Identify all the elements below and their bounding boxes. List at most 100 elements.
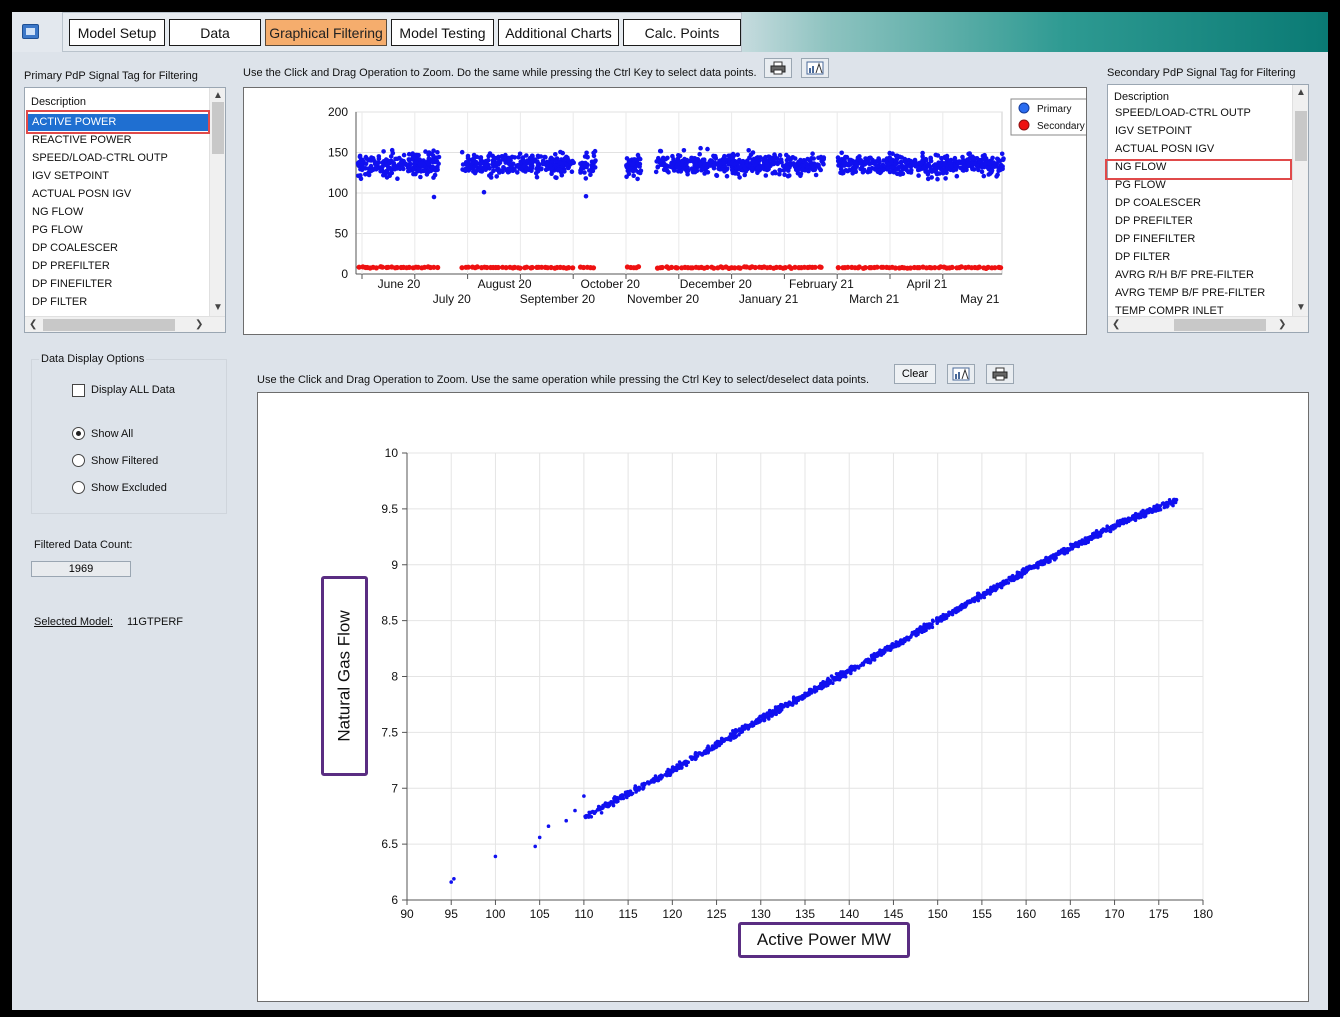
scroll-down-icon[interactable]: ▼ [213,302,223,314]
primary-point [661,167,667,172]
scatter-point [999,585,1004,590]
primary-selection-highlight [26,110,210,134]
tab-additional-charts[interactable]: Additional Charts [498,19,619,46]
tab-calc-points[interactable]: Calc. Points [623,19,741,46]
list-item[interactable]: ACTUAL POSN IGV [1109,141,1292,158]
primary-point [731,153,736,159]
list-item[interactable]: REACTIVE POWER [26,132,209,149]
primary-point [983,156,989,161]
list-item[interactable]: DP COALESCER [1109,195,1292,212]
list-item[interactable]: TEMP COMPR INLET [1109,303,1292,320]
scatter-point [820,686,825,690]
primary-hscroll[interactable]: ❮ ❯ [25,316,225,332]
primary-point [435,150,440,155]
list-item[interactable]: IGV SETPOINT [1109,123,1292,140]
secondary-hscroll-thumb[interactable] [1174,319,1266,331]
scatter-point [919,628,924,632]
list-item[interactable]: DP FINEFILTER [26,276,209,293]
primary-point [986,160,992,166]
scatter-point [693,752,698,756]
bottom-export-chart-button[interactable] [947,364,975,384]
secondary-point [949,264,955,270]
primary-point [888,158,894,164]
secondary-point [570,265,576,271]
scatter-plot[interactable]: 90 95 100 105 110 115 120 125 130 135 140 145 150 155… [258,393,1308,1001]
bottom-print-button[interactable] [986,364,1014,384]
filtered-count-label: Filtered Data Count: [34,539,133,551]
tab-model-testing[interactable]: Model Testing [391,19,494,46]
x-axis-callout: Active Power MW [738,922,910,958]
scatter-point [865,658,869,662]
filtered-count-value: 1969 [31,561,131,577]
show-filtered-radio[interactable] [72,454,85,467]
display-all-checkbox[interactable] [72,384,85,397]
bottom-scatter-chart[interactable]: 90 95 100 105 110 115 120 125 130 135 140 145 150 155… [257,392,1309,1002]
scroll-right-icon[interactable]: ❯ [195,319,203,331]
primary-point [428,168,434,174]
list-item[interactable]: AVRG R/H B/F PRE-FILTER [1109,267,1292,284]
primary-point [726,153,731,159]
list-item[interactable]: DP PREFILTER [1109,213,1292,230]
y-axis-label: Natural Gas Flow [334,610,354,742]
primary-point [389,147,395,153]
primary-point [979,169,985,175]
list-item[interactable]: SPEED/LOAD-CTRL OUTP [26,150,209,167]
secondary-vscroll[interactable]: ▲ ▼ [1292,85,1308,316]
list-item[interactable]: ACTUAL POSN IGV [26,186,209,203]
primary-point [977,158,983,163]
scatter-point [678,764,682,769]
list-item[interactable]: DP PREFILTER [26,258,209,275]
list-item[interactable]: DP FINEFILTER [1109,231,1292,248]
scatter-point [493,854,498,859]
scatter-point [1092,531,1097,535]
top-export-chart-button[interactable] [801,58,829,78]
show-all-radio[interactable] [72,427,85,440]
list-item[interactable]: DP FILTER [26,294,209,311]
secondary-point [435,264,441,271]
primary-point [848,161,854,167]
clear-button[interactable]: Clear [894,364,936,384]
primary-point [419,164,424,169]
printer-icon [770,61,786,75]
primary-point [889,165,894,170]
primary-point [692,169,698,175]
primary-point [407,165,412,171]
primary-vscroll[interactable]: ▲ ▼ [209,88,225,316]
list-item[interactable]: IGV SETPOINT [26,168,209,185]
scroll-left-icon[interactable]: ❮ [1112,319,1120,331]
scatter-point [893,642,898,647]
list-item[interactable]: SPEED/LOAD-CTRL OUTP [1109,105,1292,122]
list-item[interactable]: PG FLOW [26,222,209,239]
scatter-point [829,674,834,678]
app-menu-icon[interactable] [22,24,39,39]
time-series-plot[interactable]: 200 150 100 50 0 June 20 August 20 October 20 De… [244,88,1090,334]
primary-vscroll-thumb[interactable] [212,102,224,154]
primary-point [737,175,742,180]
list-item[interactable]: NG FLOW [26,204,209,221]
list-item[interactable]: DP FILTER [1109,249,1292,266]
scatter-point [848,668,852,673]
tab-data[interactable]: Data [169,19,261,46]
scatter-point [922,622,926,627]
scroll-down-icon[interactable]: ▼ [1296,302,1306,314]
tab-model-setup[interactable]: Model Setup [69,19,165,46]
list-item[interactable]: DP COALESCER [26,240,209,257]
primary-point [948,163,954,169]
show-excluded-radio[interactable] [72,481,85,494]
top-print-button[interactable] [764,58,792,78]
list-item[interactable]: AVRG TEMP B/F PRE-FILTER [1109,285,1292,302]
scroll-up-icon[interactable]: ▲ [1296,87,1306,99]
scroll-up-icon[interactable]: ▲ [213,90,223,102]
secondary-vscroll-thumb[interactable] [1295,111,1307,161]
tab-graphical-filtering[interactable]: Graphical Filtering [265,19,387,46]
primary-point [705,170,711,175]
top-time-series-chart[interactable]: 200 150 100 50 0 June 20 August 20 October 20 De… [243,87,1090,335]
primary-point [771,161,777,167]
scroll-left-icon[interactable]: ❮ [29,319,37,331]
scroll-right-icon[interactable]: ❯ [1278,319,1286,331]
scatter-point [929,623,934,627]
primary-point [430,159,435,164]
primary-hscroll-thumb[interactable] [43,319,175,331]
secondary-tag-list[interactable]: Description ▲ ▼ ❮ ❯ SPEED/LOAD-CTRL OUTP… [1107,84,1309,333]
scatter-point [609,800,613,804]
